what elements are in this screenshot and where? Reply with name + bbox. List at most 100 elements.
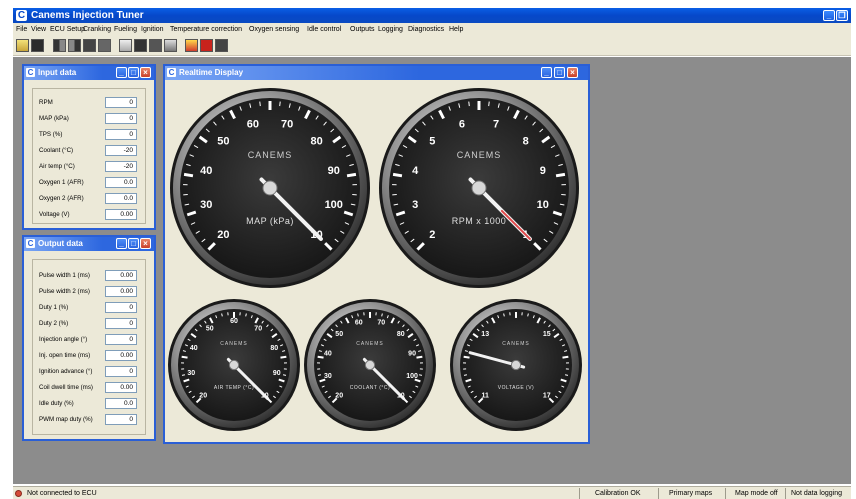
tick-label: 4 [412, 165, 419, 177]
output-label: Inj. open time (ms) [39, 352, 91, 359]
log-view-icon[interactable] [215, 39, 228, 52]
tick-label: 100 [325, 199, 343, 211]
canems-logo-icon: C [26, 239, 35, 248]
read-ecu-icon[interactable] [53, 39, 66, 52]
output-row-duty-1: Duty 1 (%) 0 [33, 302, 145, 314]
divider [725, 488, 726, 499]
input-value: -20 [105, 161, 137, 172]
tick-label: 40 [324, 350, 332, 357]
tick-mark [183, 172, 194, 178]
app-title-bar: C Canems Injection Tuner _ ❐ [13, 8, 851, 23]
divider [785, 488, 786, 499]
gauge-coolant-label: COOLANT (°C) [350, 385, 390, 391]
gauge-map-hub [262, 180, 278, 196]
tick-mark [555, 172, 566, 178]
minimize-icon[interactable]: _ [823, 10, 835, 21]
tick-label: 20 [199, 393, 207, 400]
gauge-voltage: 11 13 15 17 CANEMS VOLTAGE (V) [450, 299, 582, 431]
menu-file[interactable]: File [16, 24, 27, 35]
tick-label: 50 [335, 331, 343, 338]
open-file-icon[interactable] [16, 39, 29, 52]
output-label: PWM map duty (%) [39, 416, 93, 423]
tune-icon[interactable] [164, 39, 177, 52]
write-ecu-icon[interactable] [68, 39, 81, 52]
gauge-map-label: MAP (kPa) [246, 216, 294, 226]
restore-icon[interactable]: ❐ [836, 10, 848, 21]
output-value: 0 [105, 366, 137, 377]
log-start-icon[interactable] [185, 39, 198, 52]
minimize-icon[interactable]: _ [541, 67, 552, 78]
minimize-icon[interactable]: _ [116, 238, 127, 249]
input-label: TPS (%) [39, 131, 63, 138]
input-row-oxygen-2: Oxygen 2 (AFR) 0.0 [33, 193, 145, 205]
menu-diagnostics[interactable]: Diagnostics [408, 24, 444, 35]
log-stop-icon[interactable] [200, 39, 213, 52]
menu-idle-control[interactable]: Idle control [307, 24, 341, 35]
menu-logging[interactable]: Logging [378, 24, 403, 35]
output-row-duty-2: Duty 2 (%) 0 [33, 318, 145, 330]
gauge-rpm: 23456789101CANEMSRPM x 1000 [379, 88, 579, 288]
menu-ecu-setup[interactable]: ECU Setup [50, 24, 85, 35]
menu-ignition[interactable]: Ignition [141, 24, 164, 35]
tick-label: 40 [190, 345, 198, 352]
canems-logo-icon: C [16, 10, 27, 21]
graph-icon[interactable] [134, 39, 147, 52]
input-value: 0.00 [105, 209, 137, 220]
maximize-icon[interactable]: □ [128, 238, 139, 249]
tick-mark [317, 374, 322, 376]
table-icon[interactable] [119, 39, 132, 52]
tick-label: 80 [270, 345, 278, 352]
burn-icon[interactable] [83, 39, 96, 52]
realtime-display-window: C Realtime Display _ □ × 20 30 40 50 60 70 80 9… [163, 64, 590, 444]
menu-fueling[interactable]: Fueling [114, 24, 137, 35]
realtime-title-bar[interactable]: C Realtime Display _ □ × [165, 66, 588, 80]
tick-mark [357, 313, 359, 317]
gauge-air-temp-hub [228, 359, 240, 371]
maximize-icon[interactable]: □ [554, 67, 565, 78]
maximize-icon[interactable]: □ [128, 67, 139, 78]
save-file-icon[interactable] [31, 39, 44, 52]
input-data-title-bar[interactable]: C Input data _ □ × [24, 66, 154, 80]
minimize-icon[interactable]: _ [116, 67, 127, 78]
app-title: Canems Injection Tuner [31, 10, 144, 21]
menu-cranking[interactable]: Cranking [83, 24, 111, 35]
maps-status: Primary maps [669, 490, 713, 497]
menu-temperature-correction[interactable]: Temperature correction [170, 24, 242, 35]
tick-label: 60 [355, 320, 363, 327]
gauge-icon[interactable] [149, 39, 162, 52]
input-data-panel: RPM 0 MAP (kPa) 0 TPS (%) 0 Coolant (°C)… [32, 88, 146, 224]
menu-help[interactable]: Help [449, 24, 463, 35]
output-data-title-bar[interactable]: C Output data _ □ × [24, 237, 154, 251]
menu-oxygen-sensing[interactable]: Oxygen sensing [249, 24, 299, 35]
output-data-title: Output data [38, 239, 83, 248]
compare-icon[interactable] [98, 39, 111, 52]
tick-mark [346, 172, 357, 178]
gauge-map: 203040506070809010010CANEMSMAP (kPa) [170, 88, 370, 288]
close-icon[interactable]: × [140, 67, 151, 78]
output-value: 0 [105, 318, 137, 329]
output-label: Duty 2 (%) [39, 320, 69, 327]
menu-bar: File View ECU Setup Cranking Fueling Ign… [13, 23, 851, 36]
tick-label: 90 [273, 370, 281, 377]
tick-label: 60 [247, 118, 259, 130]
status-bar: Not connected to ECU Calibration OK Prim… [13, 486, 851, 499]
output-row-idle-duty: Idle duty (%) 0.0 [33, 398, 145, 410]
tick-label: 11 [481, 393, 489, 400]
menu-outputs[interactable]: Outputs [350, 24, 375, 35]
close-icon[interactable]: × [140, 238, 151, 249]
tick-label: 13 [481, 331, 489, 338]
input-row-oxygen-1: Oxygen 1 (AFR) 0.0 [33, 177, 145, 189]
toolbar [13, 36, 851, 56]
tick-label: 20 [217, 229, 229, 241]
output-row-pulse-width-1: Pulse width 1 (ms) 0.00 [33, 270, 145, 282]
output-label: Ignition advance (°) [39, 368, 93, 375]
gauge-coolant-hub [364, 359, 376, 371]
tick-label: 60 [230, 318, 238, 325]
input-label: Voltage (V) [39, 211, 70, 218]
close-icon[interactable]: × [567, 67, 578, 78]
gauge-rpm-hub [471, 180, 487, 196]
output-data-window: C Output data _ □ × Pulse width 1 (ms) 0… [22, 235, 156, 441]
connection-status-icon [15, 490, 22, 497]
menu-view[interactable]: View [31, 24, 46, 35]
calibration-status: Calibration OK [595, 490, 641, 497]
